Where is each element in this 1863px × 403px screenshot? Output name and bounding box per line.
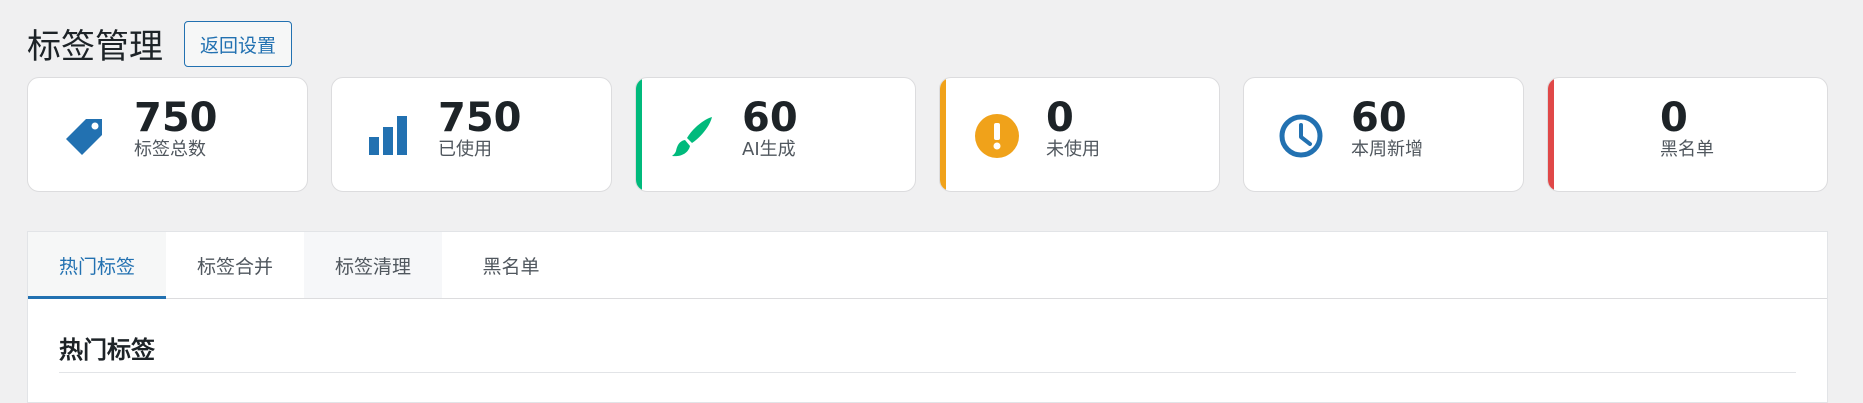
tab-popular-tags[interactable]: 热门标签 <box>28 232 166 299</box>
stat-label: 已使用 <box>438 139 492 160</box>
page-title: 标签管理 <box>27 27 163 67</box>
bar-chart-icon <box>366 113 412 159</box>
section-title: 热门标签 <box>59 336 155 364</box>
stat-card-used: 750 已使用 <box>331 77 612 192</box>
stat-value: 0 <box>1046 95 1074 141</box>
warning-icon <box>974 113 1020 159</box>
tag-management-panel: 热门标签 标签合并 标签清理 黑名单 热门标签 <box>27 231 1828 403</box>
stat-value: 60 <box>1351 95 1407 141</box>
stat-label: 未使用 <box>1046 139 1100 160</box>
stat-card-total-tags: 750 标签总数 <box>27 77 308 192</box>
page-header: 标签管理 返回设置 <box>27 21 293 67</box>
tag-icon <box>62 113 108 159</box>
stats-row: 750 标签总数 750 已使用 60 AI生成 0 未使用 60 本周新增 0… <box>27 77 1828 192</box>
brush-icon <box>670 113 716 159</box>
stat-value: 750 <box>134 95 218 141</box>
section-divider <box>59 372 1796 373</box>
stat-label: 黑名单 <box>1660 139 1714 160</box>
stat-label: AI生成 <box>742 139 796 160</box>
stat-card-ai-generated: 60 AI生成 <box>635 77 916 192</box>
stat-label: 本周新增 <box>1351 139 1423 160</box>
stat-value: 60 <box>742 95 798 141</box>
tab-bar: 热门标签 标签合并 标签清理 黑名单 <box>28 232 1827 299</box>
stat-card-unused: 0 未使用 <box>939 77 1220 192</box>
clock-icon <box>1278 113 1324 159</box>
stat-label: 标签总数 <box>134 139 206 160</box>
tab-tag-cleanup[interactable]: 标签清理 <box>304 232 442 298</box>
tab-blacklist[interactable]: 黑名单 <box>442 232 580 298</box>
stat-card-new-this-week: 60 本周新增 <box>1243 77 1524 192</box>
stat-card-blacklist: 0 黑名单 <box>1547 77 1828 192</box>
stat-value: 0 <box>1660 95 1688 141</box>
back-to-settings-button[interactable]: 返回设置 <box>184 21 293 67</box>
stat-value: 750 <box>438 95 522 141</box>
tab-tag-merge[interactable]: 标签合并 <box>166 232 304 298</box>
